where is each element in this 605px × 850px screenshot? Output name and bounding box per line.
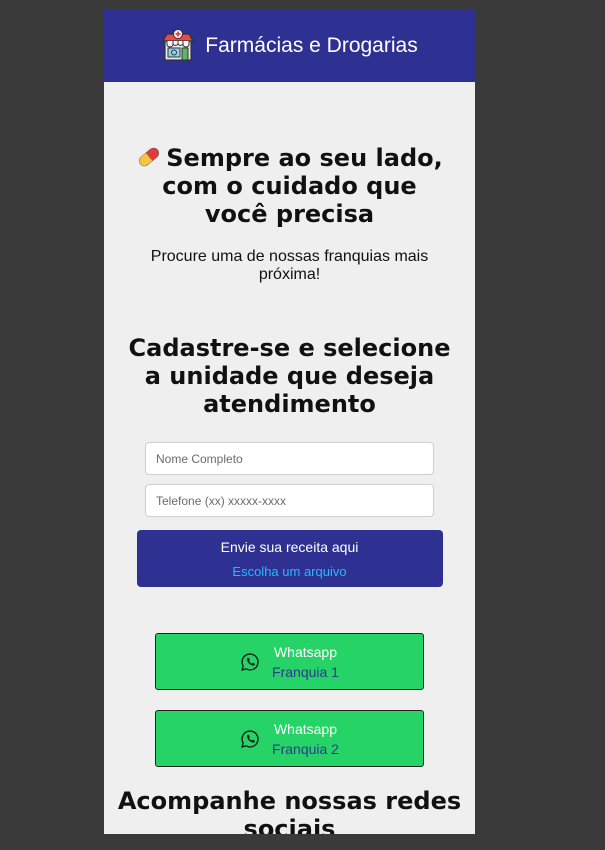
site-header: Farmácias e Drogarias (104, 10, 475, 82)
register-section: Cadastre-se e selecione a unidade que de… (104, 334, 475, 587)
whatsapp-text: Whatsapp Franquia 2 (272, 719, 339, 759)
whatsapp-button-franquia-2[interactable]: Whatsapp Franquia 2 (155, 710, 424, 767)
pharmacy-store-icon (162, 29, 195, 61)
whatsapp-title: Whatsapp (273, 720, 338, 737)
hero-subtitle: Procure uma de nossas franquias mais pró… (150, 248, 429, 283)
whatsapp-text: Whatsapp Franquia 1 (272, 642, 339, 682)
hero-section: Sempre ao seu lado, com o cuidado que vo… (104, 144, 475, 284)
hero-heading: Sempre ao seu lado, com o cuidado que vo… (128, 144, 451, 228)
whatsapp-button-franquia-1[interactable]: Whatsapp Franquia 1 (155, 633, 424, 690)
pill-capsule-icon (139, 147, 160, 167)
register-form: Envie sua receita aqui Escolha um arquiv… (104, 442, 475, 587)
whatsapp-franchise-label: Franquia 2 (272, 740, 339, 757)
hero-title: Sempre ao seu lado, com o cuidado que vo… (162, 144, 443, 228)
choose-file-link[interactable]: Escolha um arquivo (137, 564, 443, 579)
full-name-input[interactable] (145, 442, 434, 475)
social-title: Acompanhe nossas redes sociais (117, 787, 462, 834)
upload-label[interactable]: Envie sua receita aqui (137, 539, 443, 555)
whatsapp-title: Whatsapp (273, 643, 338, 660)
whatsapp-franchise-label: Franquia 1 (272, 663, 339, 680)
whatsapp-list: Whatsapp Franquia 1 Whatsapp Franquia 2 (104, 633, 475, 767)
whatsapp-icon (241, 652, 259, 671)
page-viewport: Farmácias e Drogarias Sempre ao seu lado… (104, 10, 475, 834)
prescription-upload[interactable]: Envie sua receita aqui Escolha um arquiv… (136, 530, 443, 587)
site-title: Farmácias e Drogarias (205, 34, 418, 57)
phone-input[interactable] (145, 484, 434, 517)
register-title: Cadastre-se e selecione a unidade que de… (128, 334, 451, 418)
whatsapp-icon (241, 729, 259, 748)
social-section: Acompanhe nossas redes sociais (104, 787, 475, 834)
